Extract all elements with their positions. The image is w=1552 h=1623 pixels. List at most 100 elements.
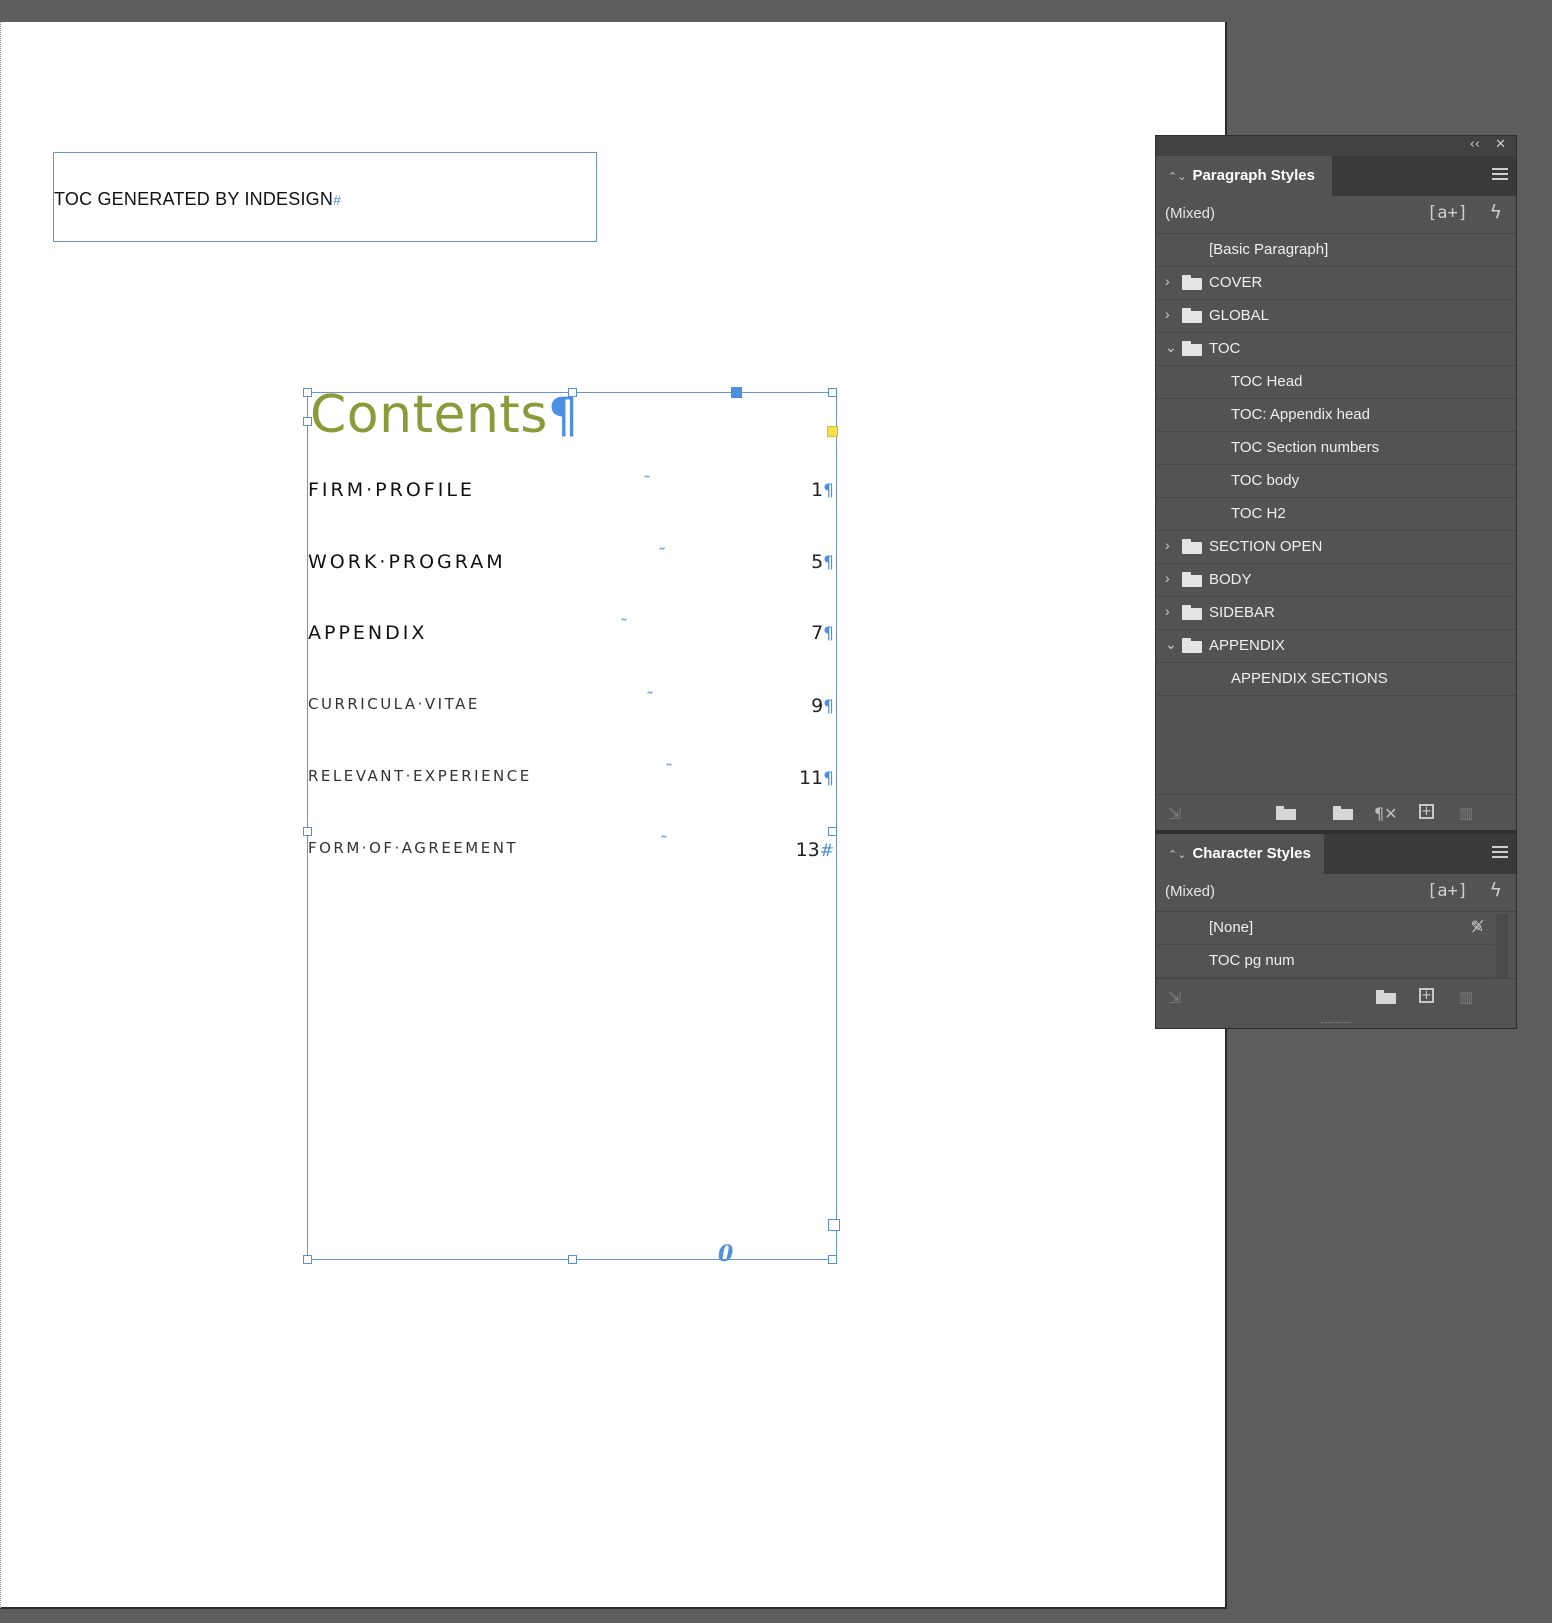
toc-entry-label: WORK·PROGRAM [308, 551, 506, 573]
style-group-sidebar[interactable]: › SIDEBAR [1156, 597, 1516, 630]
character-current-style-row: (Mixed) [a+] ϟ [1156, 874, 1516, 912]
paragraph-style-toc-head[interactable]: TOC Head [1156, 366, 1516, 399]
tab-character-styles[interactable]: ⌃⌄ Character Styles [1156, 834, 1324, 874]
tab-paragraph-styles[interactable]: ⌃⌄ Paragraph Styles [1156, 156, 1332, 196]
chevron-right-icon[interactable]: › [1165, 273, 1170, 289]
panel-resize-grip[interactable] [1321, 1022, 1351, 1026]
new-group-from-styles-icon[interactable] [1276, 806, 1296, 820]
panel-menu-icon[interactable] [1492, 168, 1508, 181]
paragraph-style-toc-section-numbers[interactable]: TOC Section numbers [1156, 432, 1516, 465]
create-new-group-icon[interactable] [1376, 990, 1396, 1004]
style-label: TOC pg num [1209, 952, 1295, 969]
chevron-right-icon[interactable]: › [1165, 306, 1170, 322]
chevron-right-icon[interactable]: › [1165, 537, 1170, 553]
chevron-right-icon[interactable]: › [1165, 603, 1170, 619]
style-label: TOC body [1231, 472, 1300, 489]
frame-handle-middle-left[interactable] [303, 827, 312, 836]
style-group-body[interactable]: › BODY [1156, 564, 1516, 597]
style-group-label: SECTION OPEN [1209, 538, 1323, 555]
tab-character-marker: ˜ [643, 473, 651, 492]
tab-character-marker: ˜ [665, 761, 673, 780]
character-list-scrollbar[interactable] [1496, 914, 1508, 978]
panel-expand-icon: ⌃⌄ [1168, 849, 1187, 861]
toc-entry: RELEVANT·EXPERIENCE ˜ 11¶ [308, 761, 838, 797]
style-group-cover[interactable]: › COVER [1156, 267, 1516, 300]
header-frame-text: TOC GENERATED BY INDESIGN# [54, 189, 342, 209]
style-label: APPENDIX SECTIONS [1231, 670, 1388, 687]
create-new-style-icon[interactable]: + [1419, 804, 1434, 819]
style-group-global[interactable]: › GLOBAL [1156, 300, 1516, 333]
toc-entry: CURRICULA·VITAE ˜ 9¶ [308, 689, 838, 725]
quick-apply-icon[interactable]: ϟ [1489, 879, 1502, 901]
toc-entry-page-number: 9¶ [811, 695, 834, 717]
create-new-group-icon[interactable] [1333, 806, 1353, 820]
folder-icon [1182, 539, 1202, 554]
folder-icon [1182, 572, 1202, 587]
style-label: [None] [1209, 919, 1254, 936]
toc-entry-label: RELEVANT·EXPERIENCE [308, 767, 532, 785]
paragraph-style-appendix-sections[interactable]: APPENDIX SECTIONS [1156, 663, 1516, 696]
folder-icon [1182, 605, 1202, 620]
style-group-label: SIDEBAR [1209, 604, 1275, 621]
header-text-frame[interactable]: TOC GENERATED BY INDESIGN# [53, 152, 597, 242]
style-group-label: GLOBAL [1209, 307, 1270, 324]
clear-overrides-icon[interactable]: ¶✕ [1374, 804, 1398, 823]
delete-style-icon[interactable]: ▥ [1459, 988, 1473, 1006]
toc-entry-label: APPENDIX [308, 622, 428, 644]
document-page: TOC GENERATED BY INDESIGN# 0 Contents¶ F… [0, 22, 1227, 1609]
paragraph-current-style-row: (Mixed) [a+] ϟ [1156, 196, 1516, 234]
character-styles-tabrow: ⌃⌄ Character Styles [1156, 834, 1516, 874]
folder-icon [1182, 341, 1202, 356]
toc-entry-page-number: 7¶ [811, 622, 834, 644]
current-style-label: (Mixed) [1165, 205, 1216, 222]
toc-entry-page-number: 13# [795, 839, 834, 861]
frame-handle-middle-right[interactable] [828, 827, 837, 836]
delete-style-icon[interactable]: ▥ [1459, 804, 1473, 822]
load-styles-icon[interactable]: ⇲ [1168, 988, 1181, 1007]
frame-handle-bottom-right[interactable] [828, 1255, 837, 1264]
create-new-style-icon[interactable]: + [1419, 988, 1434, 1003]
style-group-label: COVER [1209, 274, 1263, 291]
paragraph-style-basic-paragraph[interactable]: [Basic Paragraph] [1156, 234, 1516, 267]
create-style-from-selection-icon[interactable]: [a+] [1427, 203, 1468, 223]
paragraph-style-toc-body[interactable]: TOC body [1156, 465, 1516, 498]
collapse-panels-icon[interactable]: ‹‹ [1470, 137, 1480, 152]
tab-character-marker: ˜ [620, 616, 628, 635]
toc-entry-page-number: 1¶ [811, 479, 834, 501]
tab-character-marker: ˜ [646, 689, 654, 708]
paragraph-style-toc-appendix-head[interactable]: TOC: Appendix head [1156, 399, 1516, 432]
close-panel-icon[interactable]: ✕ [1495, 137, 1506, 152]
paragraph-styles-footer: ⇲ ¶✕ + ▥ [1156, 794, 1516, 830]
tab-character-marker: ˜ [660, 833, 668, 852]
style-group-appendix[interactable]: ⌄ APPENDIX [1156, 630, 1516, 663]
toc-entry-label: FIRM·PROFILE [308, 479, 475, 501]
quick-apply-icon[interactable]: ϟ [1489, 201, 1502, 223]
chevron-down-icon[interactable]: ⌄ [1165, 339, 1177, 356]
end-of-story-marker: # [333, 192, 342, 208]
create-style-from-selection-icon[interactable]: [a+] [1427, 881, 1468, 901]
style-group-toc[interactable]: ⌄ TOC [1156, 333, 1516, 366]
out-port[interactable] [828, 1219, 840, 1231]
panel-dock-topbar: ‹‹ ✕ [1156, 136, 1516, 156]
character-style-toc-pg-num[interactable]: TOC pg num [1156, 945, 1494, 978]
toc-text-frame[interactable]: 0 Contents¶ FIRM·PROFILE ˜ 1¶ WORK·PROGRAM ˜… [303, 385, 840, 1267]
styles-panel-dock: ‹‹ ✕ ⌃⌄ Paragraph Styles (Mixed) [a+] ϟ [… [1155, 135, 1517, 1029]
style-group-section-open[interactable]: › SECTION OPEN [1156, 531, 1516, 564]
style-label: TOC Section numbers [1231, 439, 1380, 456]
character-style-none[interactable]: [None] ✎̸ [1156, 912, 1494, 945]
folder-icon [1182, 275, 1202, 290]
frame-handle-top-right[interactable] [828, 388, 837, 397]
style-label: TOC: Appendix head [1231, 406, 1370, 423]
load-styles-icon[interactable]: ⇲ [1168, 804, 1181, 823]
paragraph-style-toc-h2[interactable]: TOC H2 [1156, 498, 1516, 531]
frame-handle-bottom-left[interactable] [303, 1255, 312, 1264]
panel-menu-icon[interactable] [1492, 846, 1508, 859]
frame-options-handle[interactable] [731, 387, 742, 398]
folder-icon [1182, 638, 1202, 653]
character-styles-list: [None] ✎̸ TOC pg num [1156, 912, 1516, 978]
corner-options-handle[interactable] [827, 426, 838, 437]
frame-handle-bottom-middle[interactable] [568, 1255, 577, 1264]
chevron-down-icon[interactable]: ⌄ [1165, 636, 1177, 653]
toc-entry: FIRM·PROFILE ˜ 1¶ [308, 473, 838, 509]
chevron-right-icon[interactable]: › [1165, 570, 1170, 586]
